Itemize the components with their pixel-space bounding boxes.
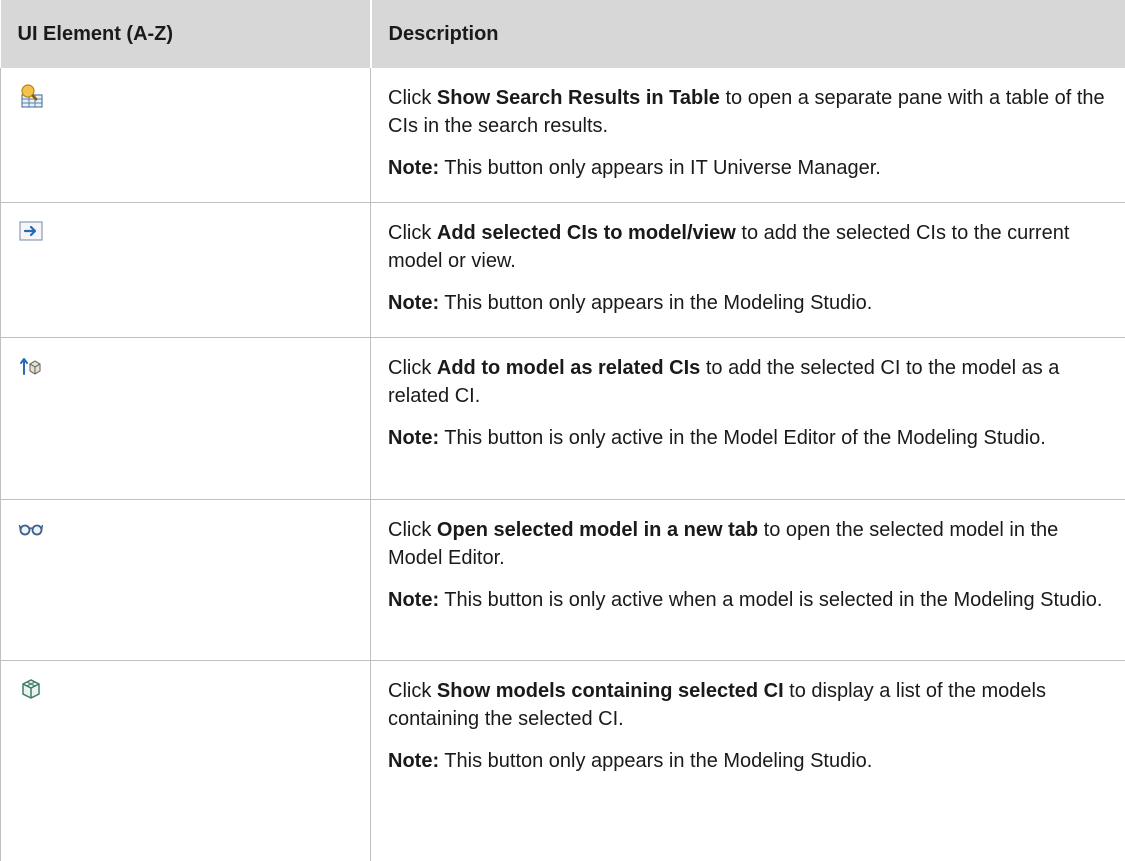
button-name: Add selected CIs to model/view (437, 222, 736, 244)
add-selected-cis-arrow-icon[interactable] (17, 217, 45, 245)
icon-cell (1, 661, 371, 861)
header-ui-element: UI Element (A-Z) (1, 0, 371, 68)
glasses-open-model-icon[interactable] (17, 514, 45, 542)
table-row: Click Open selected model in a new tab t… (1, 500, 1125, 661)
add-related-cis-icon[interactable] (17, 352, 45, 380)
description-text: Click Show Search Results in Table to op… (388, 84, 1113, 140)
table-row: Click Add to model as related CIs to add… (1, 338, 1125, 500)
description-cell: Click Add to model as related CIs to add… (371, 338, 1125, 500)
ui-element-table: UI Element (A-Z) Description (0, 0, 1125, 861)
note-text: Note: This button is only active in the … (388, 424, 1113, 452)
button-name: Open selected model in a new tab (437, 519, 758, 541)
description-cell: Click Show models containing selected CI… (371, 661, 1125, 861)
description-cell: Click Open selected model in a new tab t… (371, 500, 1125, 661)
description-cell: Click Show Search Results in Table to op… (371, 68, 1125, 203)
button-name: Show Search Results in Table (437, 87, 720, 109)
table-row: Click Add selected CIs to model/view to … (1, 203, 1125, 338)
icon-cell (1, 68, 371, 203)
description-text: Click Add selected CIs to model/view to … (388, 219, 1113, 275)
button-name: Add to model as related CIs (437, 357, 700, 379)
icon-cell (1, 203, 371, 338)
table-header-row: UI Element (A-Z) Description (1, 0, 1125, 68)
description-cell: Click Add selected CIs to model/view to … (371, 203, 1125, 338)
description-text: Click Show models containing selected CI… (388, 677, 1113, 733)
header-description: Description (371, 0, 1125, 68)
table-row: Click Show models containing selected CI… (1, 661, 1125, 861)
description-text: Click Open selected model in a new tab t… (388, 516, 1113, 572)
icon-cell (1, 500, 371, 661)
note-text: Note: This button is only active when a … (388, 586, 1113, 614)
button-name: Show models containing selected CI (437, 680, 784, 702)
icon-cell (1, 338, 371, 500)
table-row: Click Show Search Results in Table to op… (1, 68, 1125, 203)
show-search-results-in-table-icon[interactable] (17, 82, 45, 110)
cube-models-icon[interactable] (17, 675, 45, 703)
note-text: Note: This button only appears in the Mo… (388, 747, 1113, 775)
description-text: Click Add to model as related CIs to add… (388, 354, 1113, 410)
note-text: Note: This button only appears in IT Uni… (388, 154, 1113, 182)
note-text: Note: This button only appears in the Mo… (388, 289, 1113, 317)
